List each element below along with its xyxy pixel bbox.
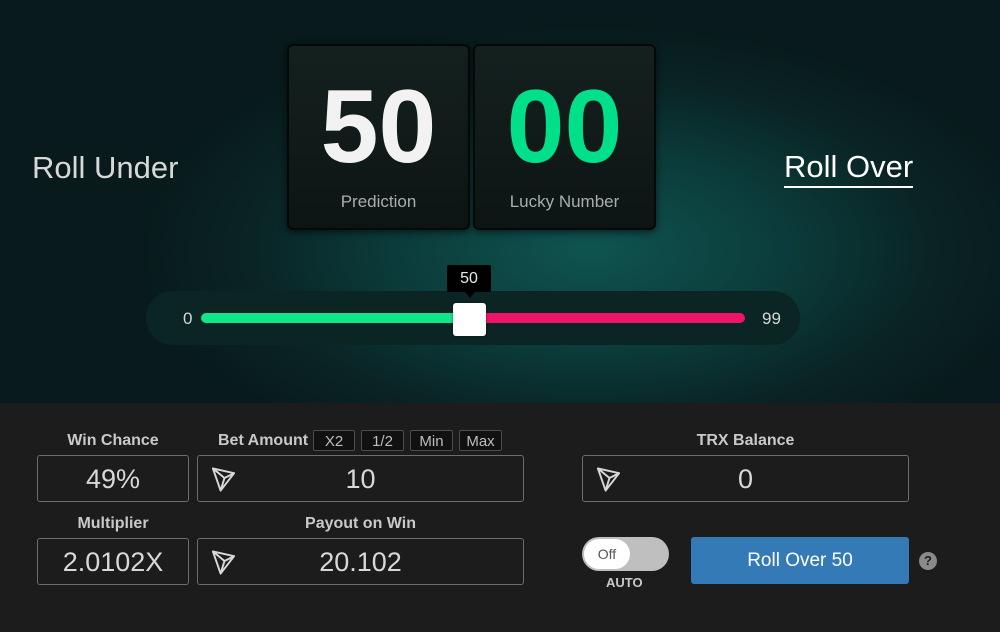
bet-amount-label: Bet Amount (218, 432, 309, 449)
auto-toggle[interactable]: Off (582, 537, 669, 571)
trx-balance-value: 0 (737, 464, 754, 494)
slider-under-bar[interactable] (201, 313, 471, 323)
bet-min-button[interactable]: Min (410, 430, 453, 451)
win-chance-field[interactable]: 49% (37, 455, 189, 502)
payout-value: 20.102 (319, 547, 402, 577)
auto-label: AUTO (606, 575, 643, 590)
bet-amount-input[interactable]: 10 (197, 455, 524, 502)
multiplier-field[interactable]: 2.0102X (37, 538, 189, 585)
game-panel: Roll Under Roll Over 50 Prediction 00 Lu… (0, 0, 1000, 403)
payout-field: 20.102 (197, 538, 524, 585)
lucky-number-card: 00 Lucky Number (473, 44, 656, 230)
multiplier-label: Multiplier (77, 515, 149, 532)
bet-x2-button[interactable]: X2 (313, 430, 355, 451)
lucky-number-label: Lucky Number (509, 192, 620, 211)
question-circle-icon[interactable]: ? (919, 552, 937, 570)
prediction-label: Prediction (340, 192, 417, 211)
trx-balance-field: 0 (582, 455, 909, 502)
slider-min-label: 0 (183, 309, 193, 328)
win-chance-label: Win Chance (67, 432, 159, 449)
prediction-value: 50 (320, 69, 437, 185)
bet-max-button[interactable]: Max (459, 430, 502, 451)
roll-over-button[interactable]: Roll Over 50 (691, 537, 909, 584)
slider-max-label: 99 (762, 309, 781, 328)
bet-half-button[interactable]: 1/2 (361, 430, 404, 451)
prediction-card: 50 Prediction (287, 44, 470, 230)
multiplier-value: 2.0102X (62, 547, 164, 577)
win-chance-value: 49% (85, 464, 141, 494)
trx-balance-label: TRX Balance (696, 432, 795, 449)
roll-under-tab[interactable]: Roll Under (32, 150, 178, 186)
auto-toggle-knob[interactable]: Off (584, 539, 630, 569)
payout-label: Payout on Win (305, 515, 416, 532)
lucky-number-value: 00 (506, 69, 623, 185)
slider-tooltip: 50 (447, 265, 491, 298)
slider-over-bar[interactable] (471, 313, 745, 323)
roll-over-tab[interactable]: Roll Over (784, 150, 914, 188)
slider-handle[interactable] (453, 303, 486, 336)
bet-amount-value: 10 (345, 464, 376, 494)
